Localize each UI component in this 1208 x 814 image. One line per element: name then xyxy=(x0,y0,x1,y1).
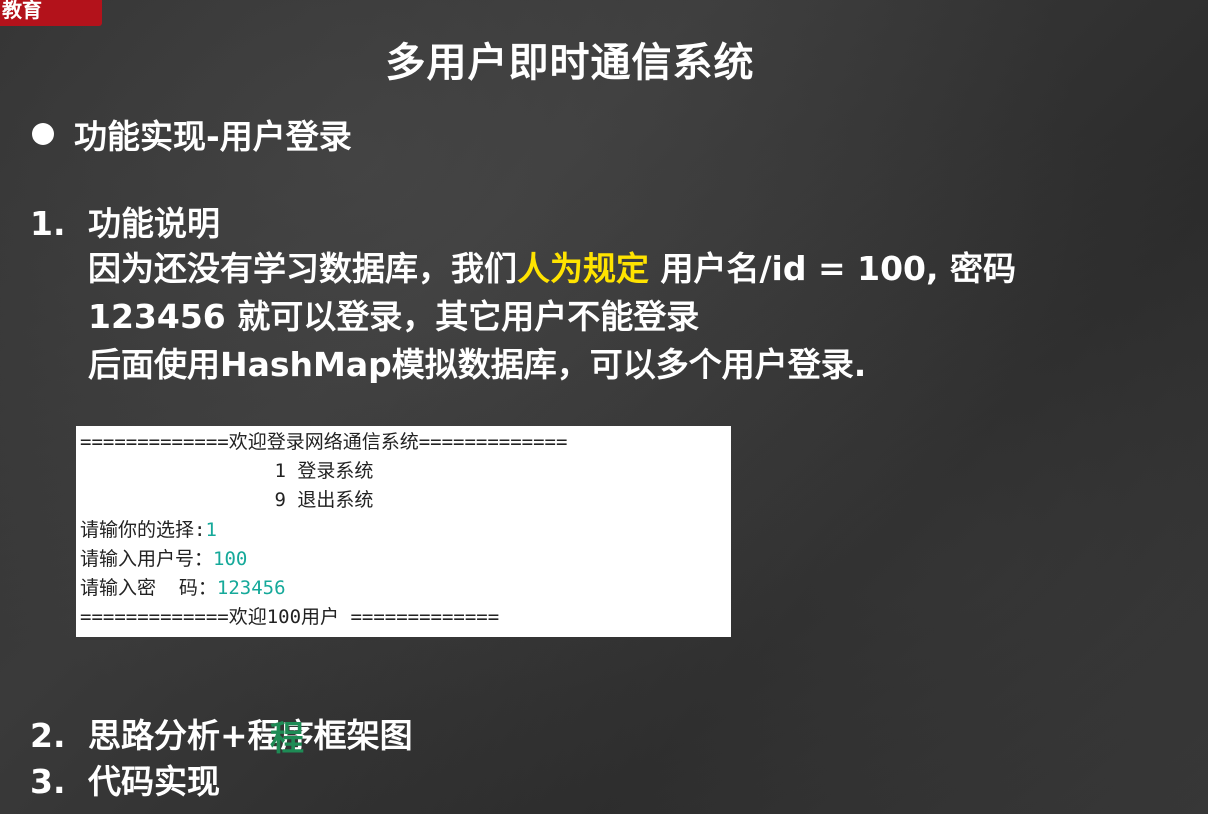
choice-value: 1 xyxy=(205,518,217,541)
section-2-number: 2. xyxy=(30,716,66,755)
console-menu-login: 1 登录系统 xyxy=(80,460,374,483)
annotation-mark: 程 xyxy=(270,719,304,759)
section-1-heading: 1. 功能说明 xyxy=(30,200,220,248)
bullet-dot-icon xyxy=(32,123,54,145)
description-line-3: 后面使用HashMap模拟数据库，可以多个用户登录. xyxy=(88,345,867,384)
password-value: 123456 xyxy=(216,577,286,600)
section-3-title: 代码实现 xyxy=(88,762,220,801)
feature-description: 因为还没有学习数据库，我们人为规定 用户名/id = 100, 密码 12345… xyxy=(88,245,1188,389)
console-user-line: 请输入用户号：100 xyxy=(80,545,731,574)
slide-title: 多用户即时通信系统 xyxy=(385,40,755,86)
user-value: 100 xyxy=(213,547,248,570)
brand-badge: 教育 xyxy=(0,0,102,26)
section-2-heading: 2. 思路分析+程序框架图 xyxy=(30,712,413,760)
console-header: =============欢迎登录网络通信系统============= xyxy=(80,431,568,453)
section-3-heading: 3. 代码实现 xyxy=(30,758,220,806)
description-text: 用户名/id = 100, 密码 xyxy=(649,249,1017,288)
console-footer: =============欢迎100用户 ============= xyxy=(80,606,500,629)
description-text: 因为还没有学习数据库，我们 xyxy=(88,249,517,288)
section-1-number: 1. xyxy=(30,204,66,243)
description-line-1: 因为还没有学习数据库，我们人为规定 用户名/id = 100, 密码 xyxy=(88,245,1188,293)
highlight-text: 人为规定 xyxy=(517,249,649,288)
section-2-title: 思路分析+程序框架图 xyxy=(88,716,413,755)
section-1-title: 功能说明 xyxy=(88,204,220,243)
user-label: 请输入用户号： xyxy=(80,547,214,570)
console-output: =============欢迎登录网络通信系统============= 1 登… xyxy=(76,426,731,637)
console-password-line: 请输入密 码：123456 xyxy=(80,574,731,603)
bullet-text: 功能实现-用户登录 xyxy=(74,117,352,156)
choice-label: 请输你的选择: xyxy=(80,518,206,541)
section-3-number: 3. xyxy=(30,762,66,801)
console-menu-exit: 9 退出系统 xyxy=(80,489,374,512)
password-label: 请输入密 码： xyxy=(80,577,217,600)
bullet-heading: 功能实现-用户登录 xyxy=(32,110,352,158)
console-choice-line: 请输你的选择:1 xyxy=(80,516,731,545)
description-line-2: 123456 就可以登录，其它用户不能登录 xyxy=(88,297,700,336)
